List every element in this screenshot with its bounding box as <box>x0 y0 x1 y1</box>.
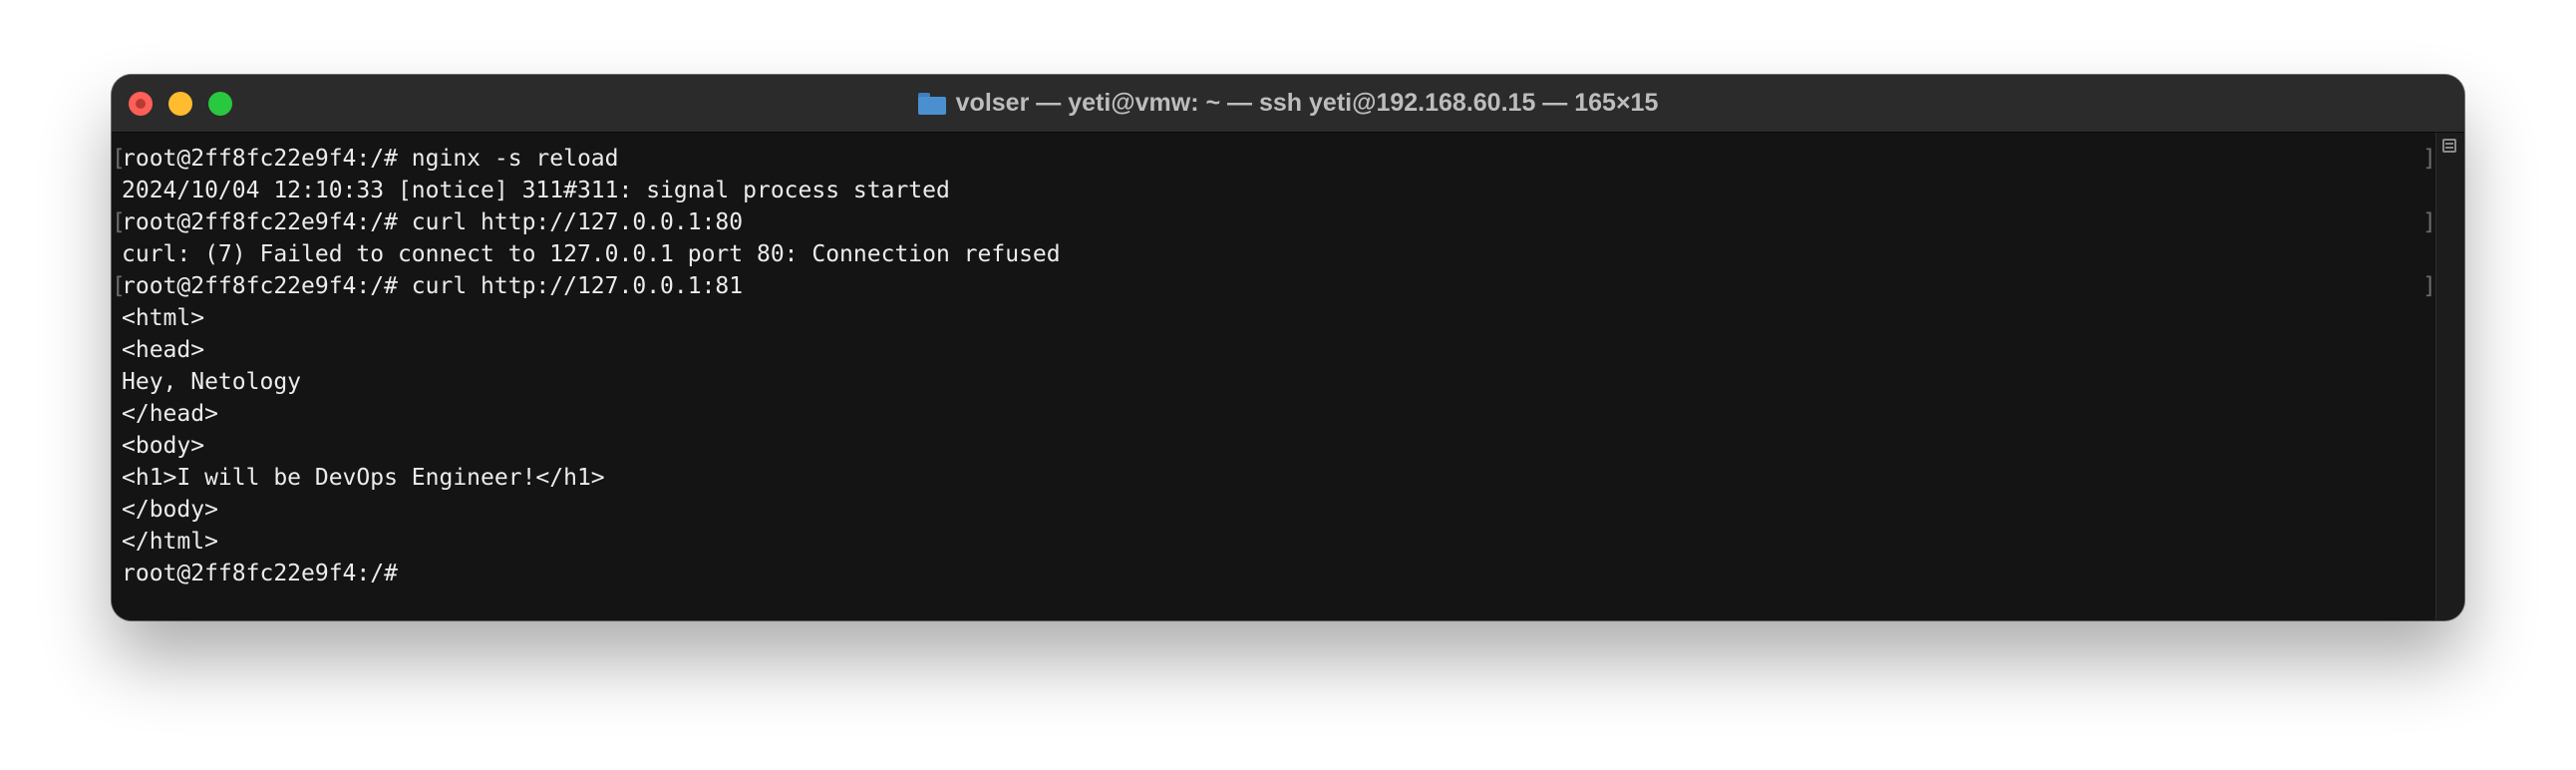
mark-end: ] <box>2422 209 2436 235</box>
terminal-line: </html> <box>122 529 218 555</box>
terminal-line: </body> <box>122 497 218 523</box>
folder-icon <box>917 92 946 115</box>
terminal-line: Hey, Netology <box>122 369 302 395</box>
scrollbar[interactable] <box>2435 133 2464 620</box>
terminal-line: <body> <box>122 433 205 459</box>
terminal-output[interactable]: root@2ff8fc22e9f4:/# nginx -s reload 202… <box>112 133 2436 620</box>
terminal-line: root@2ff8fc22e9f4:/# <box>122 561 398 586</box>
window-title: volser — yeti@vmw: ~ — ssh yeti@192.168.… <box>112 75 2464 132</box>
terminal-line: root@2ff8fc22e9f4:/# curl http://127.0.0… <box>122 273 744 299</box>
terminal-line: root@2ff8fc22e9f4:/# curl http://127.0.0… <box>122 209 744 235</box>
terminal-line: <html> <box>122 305 205 331</box>
title-bar[interactable]: volser — yeti@vmw: ~ — ssh yeti@192.168.… <box>112 75 2464 133</box>
terminal-line: <head> <box>122 337 205 363</box>
mark-start: [ <box>112 273 126 299</box>
terminal-line: </head> <box>122 401 218 427</box>
mark-start: [ <box>112 209 126 235</box>
terminal-line: 2024/10/04 12:10:33 [notice] 311#311: si… <box>122 178 950 203</box>
terminal-line: root@2ff8fc22e9f4:/# nginx -s reload <box>122 146 619 172</box>
mark-start: [ <box>112 146 126 172</box>
terminal-window: volser — yeti@vmw: ~ — ssh yeti@192.168.… <box>112 75 2464 620</box>
window-title-text: volser — yeti@vmw: ~ — ssh yeti@192.168.… <box>955 89 1659 117</box>
terminal-line: <h1>I will be DevOps Engineer!</h1> <box>122 465 605 491</box>
mark-end: ] <box>2422 146 2436 172</box>
terminal-line: curl: (7) Failed to connect to 127.0.0.1… <box>122 241 1061 267</box>
split-pane-icon[interactable] <box>2442 139 2456 153</box>
mark-end: ] <box>2422 273 2436 299</box>
